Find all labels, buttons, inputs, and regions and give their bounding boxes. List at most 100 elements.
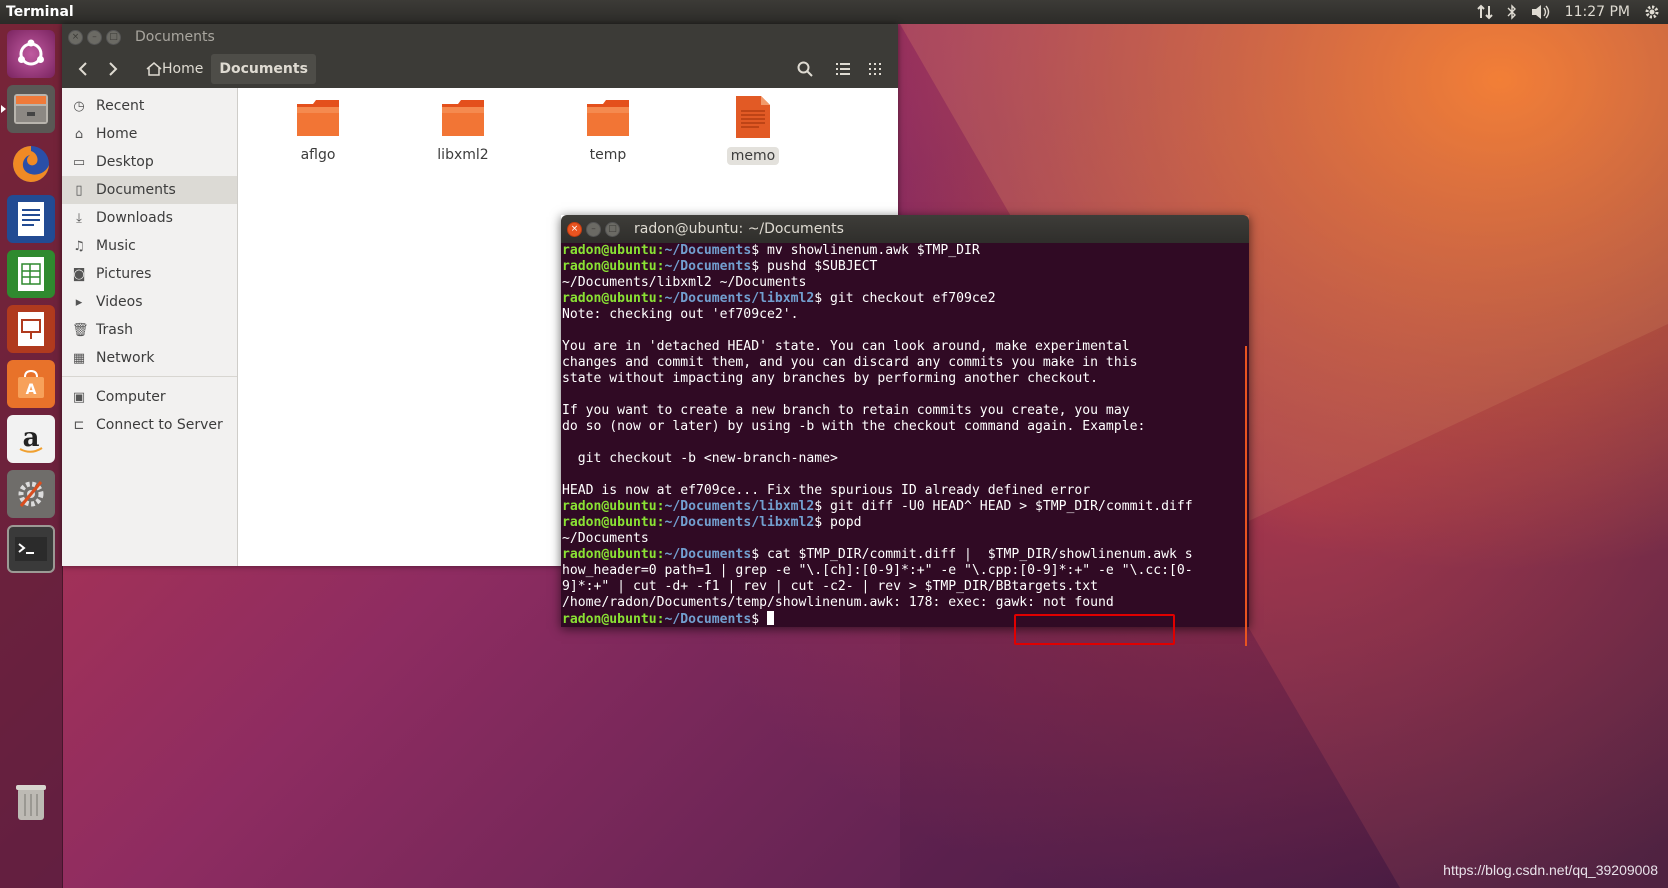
server-icon: ⊏ bbox=[73, 417, 85, 433]
sidebar-item-network[interactable]: ▦ Network bbox=[62, 344, 237, 372]
terminal-output[interactable]: radon@ubuntu:~/Documents$ mv showlinenum… bbox=[561, 243, 1249, 646]
search-button[interactable] bbox=[790, 54, 820, 84]
prompt-line: radon@ubuntu:~/Documents$ mv showlinenum… bbox=[562, 243, 1249, 259]
text-file-icon bbox=[736, 96, 770, 138]
file-name: temp bbox=[589, 147, 627, 163]
output-line: If you want to create a new branch to re… bbox=[562, 403, 1130, 418]
firefox-icon[interactable] bbox=[7, 140, 55, 188]
file-manager-titlebar: × – □ Documents bbox=[62, 24, 898, 50]
sidebar-item-videos[interactable]: ▸ Videos bbox=[62, 288, 237, 316]
folder-item-libxml2[interactable]: libxml2 bbox=[413, 98, 513, 164]
command-text: $ bbox=[751, 612, 767, 627]
file-name: aflgo bbox=[300, 147, 336, 163]
sidebar-item-recent[interactable]: ◷ Recent bbox=[62, 92, 237, 120]
output-line: git checkout -b <new-branch-name> bbox=[562, 451, 838, 466]
folder-item-temp[interactable]: temp bbox=[558, 98, 658, 164]
bluetooth-icon[interactable] bbox=[1507, 4, 1517, 20]
close-icon[interactable]: × bbox=[68, 29, 83, 45]
music-icon: ♫ bbox=[73, 238, 85, 254]
close-icon[interactable]: × bbox=[567, 221, 582, 237]
terminal-window: × – □ radon@ubuntu: ~/Documents radon@ub… bbox=[561, 215, 1249, 646]
prompt-path: ~/Documents bbox=[664, 243, 752, 258]
back-button[interactable] bbox=[68, 54, 98, 84]
minimize-icon[interactable]: – bbox=[87, 29, 102, 45]
command-text: $ git checkout ef709ce2 bbox=[814, 291, 996, 306]
terminal-icon[interactable] bbox=[7, 525, 55, 573]
watermark: https://blog.csdn.net/qq_39209008 bbox=[1443, 862, 1658, 878]
prompt-path: ~/Documents bbox=[664, 547, 752, 562]
video-icon: ▸ bbox=[75, 294, 83, 310]
folder-icon bbox=[297, 100, 339, 136]
network-icon: ▦ bbox=[72, 350, 86, 366]
sidebar-item-trash[interactable]: 🗑 Trash bbox=[62, 316, 237, 344]
settings-gear-icon[interactable] bbox=[1644, 4, 1660, 20]
folder-item-aflgo[interactable]: aflgo bbox=[268, 98, 368, 164]
output-line: how_header=0 path=1 | grep -e "\.[ch]:[0… bbox=[562, 563, 1193, 578]
impress-icon[interactable] bbox=[7, 305, 55, 353]
search-icon bbox=[797, 61, 813, 77]
output-line: do so (now or later) by using -b with th… bbox=[562, 419, 1146, 434]
file-item-memo[interactable]: memo bbox=[703, 95, 803, 165]
amazon-icon[interactable]: a bbox=[7, 415, 55, 463]
grid-view-button[interactable] bbox=[860, 54, 890, 84]
document-icon: ▯ bbox=[75, 182, 83, 198]
trash-icon: 🗑 bbox=[72, 322, 89, 338]
minimize-icon[interactable]: – bbox=[586, 221, 601, 237]
sidebar-item-home[interactable]: ⌂ Home bbox=[62, 120, 237, 148]
prompt-line: radon@ubuntu:~/Documents/libxml2$ popd bbox=[562, 515, 1249, 531]
sidebar-item-downloads[interactable]: ⤓ Downloads bbox=[62, 204, 237, 232]
prompt-path: ~/Documents bbox=[664, 259, 752, 274]
network-icon[interactable] bbox=[1476, 4, 1493, 20]
clock-icon: ◷ bbox=[73, 98, 85, 114]
prompt-path: ~/Documents/libxml2 bbox=[664, 515, 815, 530]
sidebar-item-computer[interactable]: ▣ Computer bbox=[62, 383, 237, 411]
grid-view-icon bbox=[869, 63, 881, 75]
sidebar-item-desktop[interactable]: ▭ Desktop bbox=[62, 148, 237, 176]
prompt-path: ~/Documents/libxml2 bbox=[664, 291, 815, 306]
folder-icon bbox=[587, 100, 629, 136]
places-sidebar: ◷ Recent ⌂ Home ▭ Desktop ▯ Documents ⤓ Downl… bbox=[62, 88, 238, 566]
output-line: Note: checking out 'ef709ce2'. bbox=[562, 307, 799, 322]
scrollbar[interactable] bbox=[1245, 346, 1247, 646]
breadcrumb-home[interactable]: Home bbox=[138, 54, 211, 84]
command-text: $ popd bbox=[814, 515, 862, 530]
ubuntu-dash-icon[interactable] bbox=[7, 30, 55, 78]
prompt-user: radon@ubuntu: bbox=[562, 515, 665, 530]
trash-icon[interactable] bbox=[7, 778, 55, 826]
output-line: /home/radon/Documents/temp/showlinenum.a… bbox=[562, 595, 1114, 610]
list-view-button[interactable] bbox=[828, 54, 858, 84]
calc-icon[interactable] bbox=[7, 250, 55, 298]
chevron-right-icon bbox=[109, 62, 118, 76]
sidebar-item-documents[interactable]: ▯ Documents bbox=[62, 176, 237, 204]
svg-text:a: a bbox=[23, 423, 40, 453]
volume-icon[interactable] bbox=[1531, 4, 1551, 20]
home-icon bbox=[146, 62, 162, 76]
maximize-icon[interactable]: □ bbox=[605, 221, 620, 237]
error-highlight-box bbox=[1014, 614, 1175, 645]
list-view-icon bbox=[836, 63, 850, 75]
breadcrumb-documents[interactable]: Documents bbox=[211, 54, 316, 84]
prompt-user: radon@ubuntu: bbox=[562, 243, 665, 258]
camera-icon: ◙ bbox=[72, 266, 86, 282]
sidebar-item-connect-to-server[interactable]: ⊏ Connect to Server bbox=[62, 411, 237, 439]
sidebar-item-pictures[interactable]: ◙ Pictures bbox=[62, 260, 237, 288]
system-settings-icon[interactable] bbox=[7, 470, 55, 518]
forward-button[interactable] bbox=[98, 54, 128, 84]
output-line: changes and commit them, and you can dis… bbox=[562, 355, 1138, 370]
folder-icon: ▭ bbox=[72, 154, 86, 170]
window-title: Documents bbox=[135, 29, 215, 45]
files-icon[interactable] bbox=[1, 85, 55, 133]
maximize-icon[interactable]: □ bbox=[106, 29, 121, 45]
software-center-icon[interactable]: A bbox=[7, 360, 55, 408]
svg-text:A: A bbox=[26, 382, 37, 398]
prompt-path: ~/Documents/libxml2 bbox=[664, 499, 815, 514]
sidebar-item-music[interactable]: ♫ Music bbox=[62, 232, 237, 260]
clock[interactable]: 11:27 PM bbox=[1565, 4, 1630, 20]
prompt-user: radon@ubuntu: bbox=[562, 291, 665, 306]
writer-icon[interactable] bbox=[7, 195, 55, 243]
output-line: ~/Documents bbox=[562, 531, 649, 546]
prompt-user: radon@ubuntu: bbox=[562, 259, 665, 274]
